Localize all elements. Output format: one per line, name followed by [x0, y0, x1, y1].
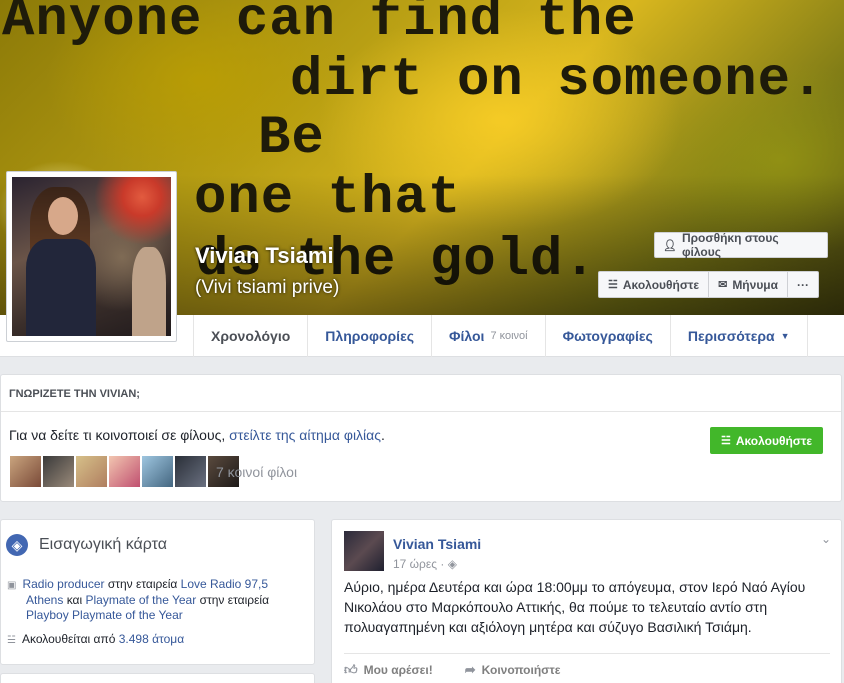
- intro-title-label: Εισαγωγική κάρτα: [39, 536, 168, 553]
- job-title-link[interactable]: Radio producer: [22, 577, 104, 591]
- tab-count: 7 κοινοί: [490, 330, 528, 342]
- post-timestamp[interactable]: 17 ώρες · ◈: [393, 557, 457, 571]
- rss-icon: ☱: [608, 279, 618, 291]
- know-card-heading: ΓΝΩΡΙΖΕΤΕ ΤΗΝ VIVIAN;: [1, 375, 841, 412]
- tab-timeline[interactable]: Χρονολόγιο: [194, 315, 309, 357]
- friend-avatar[interactable]: [9, 455, 42, 488]
- send-friend-request-link[interactable]: στείλτε της αίτημα φιλίας: [229, 427, 381, 443]
- profile-alternate-name: (Vivi tsiami prive): [195, 277, 340, 298]
- followed-by-text: Ακολουθείται από: [21, 632, 119, 646]
- cover-quote-line: Be: [258, 108, 325, 169]
- thumbs-up-icon: 👍︎: [344, 662, 358, 677]
- add-friend-button[interactable]: 👤︎ Προσθήκη στους φίλους: [654, 231, 828, 259]
- friend-avatar[interactable]: [141, 455, 174, 488]
- more-options-icon: ···: [797, 277, 810, 292]
- follow-green-label: Ακολουθήστε: [735, 433, 813, 448]
- tab-photos[interactable]: Φωτογραφίες: [546, 315, 671, 357]
- friend-avatar[interactable]: [75, 455, 108, 488]
- post-body: Αύριο, ημέρα Δευτέρα και ώρα 18:00μμ το …: [344, 579, 806, 635]
- post-author-name[interactable]: Vivian Tsiami: [393, 536, 481, 552]
- job-title-link[interactable]: Playmate of the Year: [85, 593, 196, 607]
- at-company-text: στην εταιρεία: [104, 577, 181, 591]
- know-person-card: ΓΝΩΡΙΖΕΤΕ ΤΗΝ VIVIAN; Για να δείτε τι κο…: [0, 374, 842, 502]
- profile-picture[interactable]: [6, 171, 177, 342]
- message-label: Μήνυμα: [732, 277, 779, 292]
- company-link[interactable]: Playboy Playmate of the Year: [26, 608, 183, 622]
- profile-name[interactable]: Vivian Tsiami: [195, 243, 334, 269]
- at-company-text: στην εταιρεία: [196, 593, 270, 607]
- friend-avatar[interactable]: [108, 455, 141, 488]
- rss-icon: ☱: [7, 635, 16, 646]
- post-actions: 👍︎ Μου αρέσει! ➦ Κοινοποιήστε: [344, 653, 830, 678]
- like-label: Μου αρέσει!: [363, 663, 433, 677]
- rss-icon: ☱: [720, 435, 731, 447]
- tab-friends[interactable]: Φίλοι 7 κοινοί: [432, 315, 546, 357]
- add-friend-label: Προσθήκη στους φίλους: [681, 231, 779, 259]
- message-button[interactable]: ✉ Μήνυμα: [709, 272, 789, 297]
- cover-action-group: ☱ Ακολουθήστε ✉ Μήνυμα ···: [598, 271, 820, 298]
- tab-label: Πληροφορίες: [325, 328, 414, 344]
- tab-more[interactable]: Περισσότερα ▼: [671, 315, 808, 357]
- briefcase-icon: ▣: [7, 580, 17, 591]
- company-city-link[interactable]: Athens: [26, 593, 63, 607]
- caret-down-icon: ▼: [780, 331, 790, 341]
- cover-quote-line: one that: [194, 168, 462, 229]
- globe-icon: ◈: [447, 557, 457, 571]
- message-icon: ✉: [718, 279, 728, 291]
- tab-about[interactable]: Πληροφορίες: [308, 315, 432, 357]
- like-button[interactable]: 👍︎ Μου αρέσει!: [344, 662, 433, 678]
- cover-quote-line: dirt on someone.: [290, 50, 825, 111]
- followers-info: ☱ Ακολουθείται από 3.498 άτομα: [7, 632, 184, 648]
- mutual-friends-count[interactable]: 7 κοινοί φίλοι: [216, 464, 297, 480]
- profile-photo-image: [12, 177, 171, 336]
- work-info: ▣ Radio producer στην εταιρεία Love Radio…: [7, 577, 269, 623]
- next-card: [0, 673, 315, 683]
- know-card-text: Για να δείτε τι κοινοποιεί σε φίλους, στ…: [9, 427, 385, 443]
- company-link[interactable]: Love Radio 97,5: [181, 577, 268, 591]
- friend-avatar[interactable]: [174, 455, 207, 488]
- followers-link[interactable]: 3.498 άτομα: [119, 632, 184, 646]
- and-text: και: [63, 593, 86, 607]
- add-friend-icon: 👤︎: [663, 239, 677, 252]
- share-arrow-icon: ➦: [464, 662, 476, 677]
- cover-quote-line: Anyone can find the: [2, 0, 637, 51]
- tab-label: Φίλοι: [449, 328, 485, 344]
- intro-card: ◈ Εισαγωγική κάρτα ▣ Radio producer στην …: [0, 519, 315, 665]
- follow-green-button[interactable]: ☱ Ακολουθήστε: [710, 427, 823, 454]
- post-author-avatar[interactable]: [344, 531, 384, 571]
- know-card-prefix: Για να δείτε τι κοινοποιεί σε φίλους,: [9, 427, 230, 443]
- timeline-post: Vivian Tsiami 17 ώρες · ◈ ⌄ Αύριο, ημέρα…: [331, 519, 842, 683]
- tab-label: Φωτογραφίες: [562, 328, 653, 344]
- globe-icon: ◈: [6, 534, 28, 556]
- share-label: Κοινοποιήστε: [481, 663, 561, 677]
- chevron-down-icon[interactable]: ⌄: [821, 532, 831, 546]
- follow-label: Ακολουθήστε: [622, 277, 700, 292]
- friend-avatar[interactable]: [42, 455, 75, 488]
- tab-label: Περισσότερα: [687, 328, 775, 344]
- post-time-text: 17 ώρες ·: [393, 557, 448, 571]
- intro-title: ◈ Εισαγωγική κάρτα: [6, 534, 167, 556]
- mutual-friends-thumbnails: [9, 455, 240, 488]
- follow-button[interactable]: ☱ Ακολουθήστε: [599, 272, 710, 297]
- tab-label: Χρονολόγιο: [211, 328, 291, 344]
- more-options-button[interactable]: ···: [788, 272, 818, 297]
- know-card-suffix: .: [381, 427, 385, 443]
- share-button[interactable]: ➦ Κοινοποιήστε: [465, 662, 561, 678]
